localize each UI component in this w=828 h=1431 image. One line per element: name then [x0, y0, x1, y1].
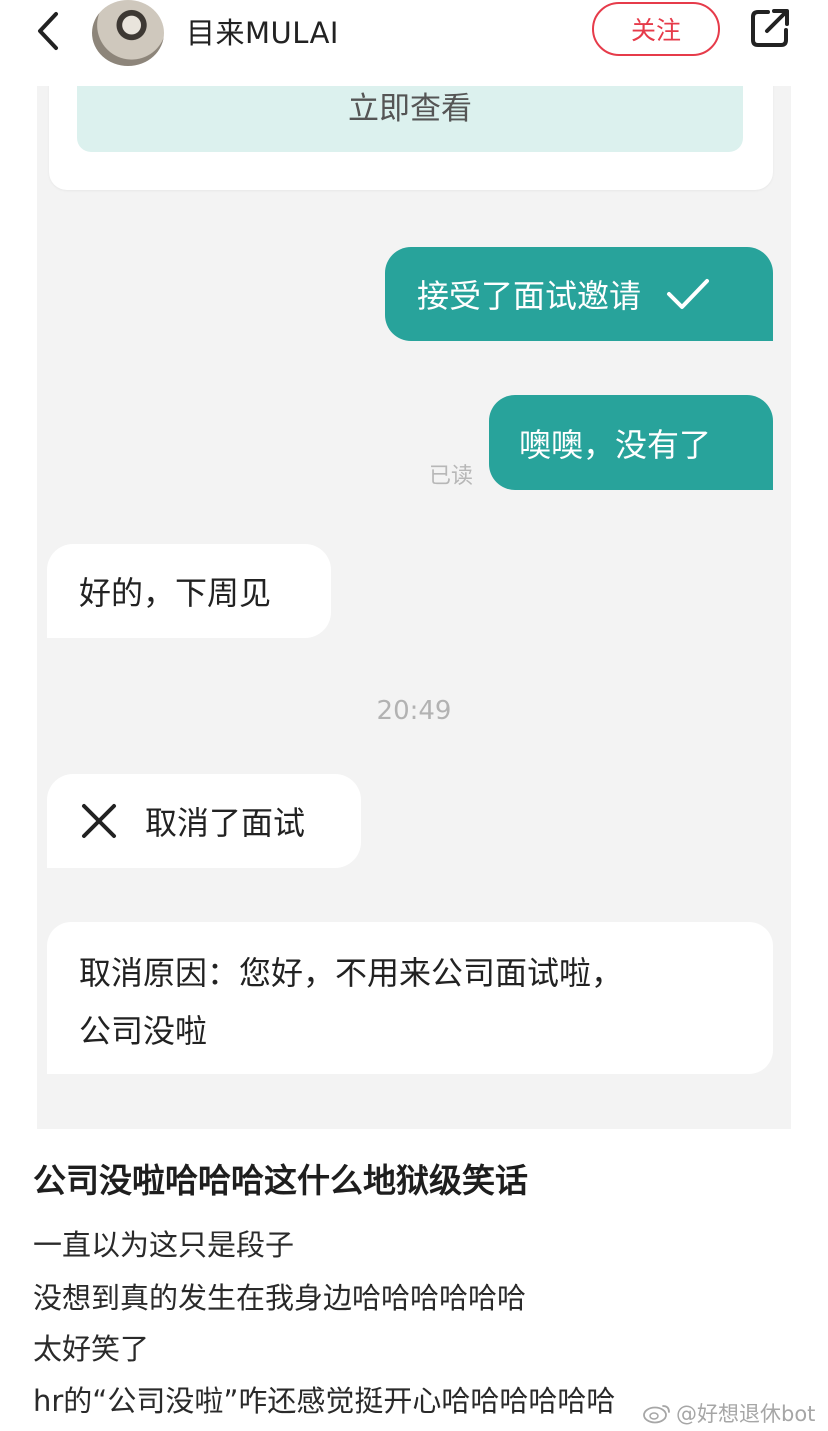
message-text: 取消了面试 [145, 804, 306, 842]
post-line: 太好笑了 [33, 1332, 150, 1366]
avatar[interactable] [92, 0, 164, 66]
close-icon [82, 804, 116, 838]
message-bubble-cancelled: 取消了面试 [47, 774, 361, 868]
message-text: 好的，下周见 [79, 574, 272, 612]
back-button[interactable] [30, 8, 70, 54]
watermark-text: @好想退休bot [676, 1402, 816, 1426]
interview-card: 立即查看 [49, 86, 773, 190]
chat-screenshot: 立即查看 接受了面试邀请 已读 噢噢，没有了 好的，下周见 20:49 取消了面… [37, 86, 791, 1129]
top-bar: 目来MULAI 关注 [0, 0, 828, 86]
post-line: 没想到真的发生在我身边哈哈哈哈哈哈 [33, 1281, 527, 1315]
timestamp: 20:49 [376, 696, 452, 726]
username[interactable]: 目来MULAI [186, 10, 339, 52]
reason-line: 公司没啦 [79, 1012, 208, 1050]
chevron-left-icon [38, 12, 58, 50]
watermark: @好想退休bot [642, 1398, 815, 1428]
post-line: hr的“公司没啦”咋还感觉挺开心哈哈哈哈哈哈 [33, 1384, 616, 1418]
follow-button[interactable]: 关注 [592, 2, 720, 56]
check-icon [667, 279, 710, 309]
message-text: 噢噢，没有了 [519, 425, 712, 464]
post-title: 公司没啦哈哈哈这什么地狱级笑话 [33, 1161, 528, 1200]
post-line: 一直以为这只是段子 [33, 1228, 295, 1262]
message-bubble: 噢噢，没有了 [489, 395, 773, 490]
share-button[interactable] [748, 6, 792, 50]
message-bubble: 好的，下周见 [47, 544, 331, 638]
message-text: 接受了面试邀请 [417, 277, 642, 315]
message-bubble-accepted: 接受了面试邀请 [385, 247, 773, 341]
cancel-reason-bubble: 取消原因：您好，不用来公司面试啦， 公司没啦 [47, 922, 773, 1074]
weibo-icon [643, 1405, 670, 1424]
share-icon [751, 9, 789, 47]
read-status: 已读 [429, 464, 474, 489]
view-now-button[interactable]: 立即查看 [77, 86, 743, 152]
reason-line: 取消原因：您好，不用来公司面试啦， [79, 954, 624, 992]
